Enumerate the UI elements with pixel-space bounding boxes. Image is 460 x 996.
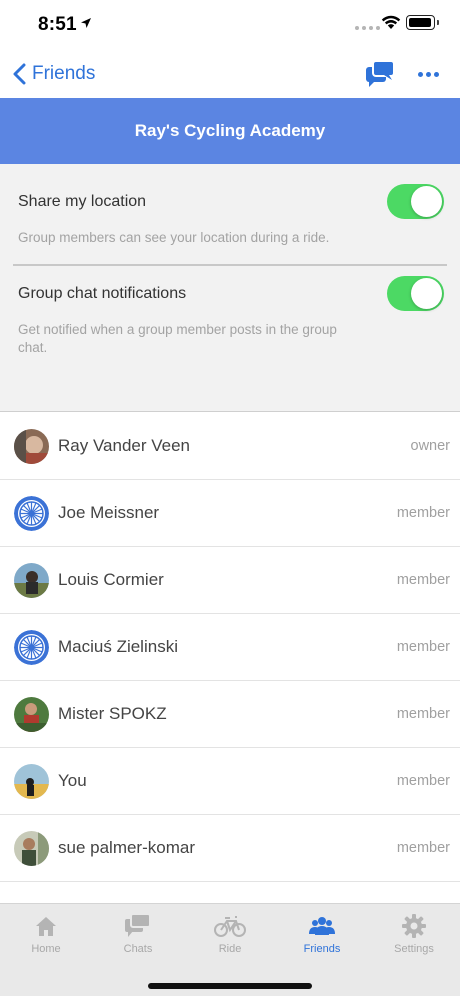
member-row[interactable]: Joe Meissner member: [0, 480, 460, 547]
gear-icon: [402, 914, 426, 938]
member-role: member: [396, 840, 450, 856]
member-name: Mister SPOKZ: [58, 704, 167, 723]
member-row[interactable]: Mister SPOKZ member: [0, 681, 460, 748]
friends-icon: [309, 917, 335, 935]
member-name: Ray Vander Veen: [58, 436, 190, 455]
tab-ride-label: Ride: [218, 943, 242, 955]
share-location-toggle[interactable]: [387, 184, 444, 219]
chevron-left-icon: [13, 63, 26, 85]
status-time: 8:51: [38, 14, 77, 35]
group-chat-button[interactable]: [364, 58, 396, 90]
cellular-signal-icon: [355, 26, 380, 30]
share-location-description: Group members can see your location duri…: [18, 230, 330, 245]
member-row[interactable]: Ray Vander Veen owner: [0, 413, 460, 480]
tab-chats-label: Chats: [123, 943, 153, 955]
avatar: [14, 429, 49, 464]
member-name: Maciuś Zielinski: [58, 637, 178, 656]
chat-notifications-setting: Group chat notifications Get notified wh…: [0, 266, 460, 406]
tab-settings-label: Settings: [394, 943, 434, 955]
member-row[interactable]: You member: [0, 748, 460, 815]
member-role: member: [396, 505, 450, 521]
tab-settings[interactable]: Settings: [368, 912, 460, 962]
tab-home-label: Home: [31, 943, 61, 955]
tab-chats[interactable]: Chats: [92, 912, 184, 962]
share-location-setting: Share my location Group members can see …: [0, 164, 460, 264]
avatar: [14, 697, 49, 732]
member-role: member: [396, 639, 450, 655]
tab-ride[interactable]: Ride: [184, 912, 276, 962]
tab-bar: Home Chats Ride Friends Settings: [0, 903, 460, 996]
home-icon: [36, 917, 56, 936]
group-title-header: Ray's Cycling Academy: [0, 98, 460, 164]
wheel-placeholder-icon: [14, 496, 49, 531]
member-name: Louis Cormier: [58, 570, 164, 589]
member-row[interactable]: sue palmer-komar member: [0, 815, 460, 882]
group-title: Ray's Cycling Academy: [134, 121, 326, 140]
share-location-label: Share my location: [18, 193, 147, 210]
chat-bubbles-icon: [366, 60, 395, 87]
avatar: [14, 831, 49, 866]
member-row[interactable]: Maciuś Zielinski member: [0, 614, 460, 681]
chat-notifications-toggle[interactable]: [387, 276, 444, 311]
member-name: You: [58, 771, 87, 790]
wheel-placeholder-icon: [14, 630, 49, 665]
battery-icon: [406, 15, 439, 30]
avatar: [14, 764, 49, 799]
tab-friends-label: Friends: [303, 943, 341, 955]
back-button-label: Friends: [32, 63, 96, 84]
tab-friends[interactable]: Friends: [276, 912, 368, 962]
location-arrow-icon: [81, 18, 91, 28]
member-role: owner: [410, 438, 451, 454]
avatar: [14, 563, 49, 598]
more-options-button[interactable]: [412, 58, 444, 90]
group-settings-panel: Share my location Group members can see …: [0, 164, 460, 412]
more-dots-icon: [417, 71, 423, 77]
back-button[interactable]: Friends: [12, 58, 95, 90]
member-role: member: [396, 572, 450, 588]
home-indicator: [148, 983, 312, 989]
member-name: Joe Meissner: [58, 503, 160, 522]
member-list: Ray Vander Veen owner Joe Meissner membe…: [0, 413, 460, 903]
member-name: sue palmer-komar: [58, 838, 195, 857]
member-row[interactable]: Louis Cormier member: [0, 547, 460, 614]
chats-icon: [125, 913, 151, 937]
navigation-bar: Friends: [0, 50, 460, 98]
tab-home[interactable]: Home: [0, 912, 92, 962]
member-role: member: [396, 773, 450, 789]
wifi-icon: [381, 15, 401, 29]
member-role: member: [396, 706, 450, 722]
chat-notifications-label: Group chat notifications: [18, 285, 187, 302]
status-bar: 8:51: [0, 0, 460, 50]
bicycle-icon: [214, 916, 246, 937]
chat-notifications-description: Get notified when a group member posts i…: [18, 322, 337, 355]
